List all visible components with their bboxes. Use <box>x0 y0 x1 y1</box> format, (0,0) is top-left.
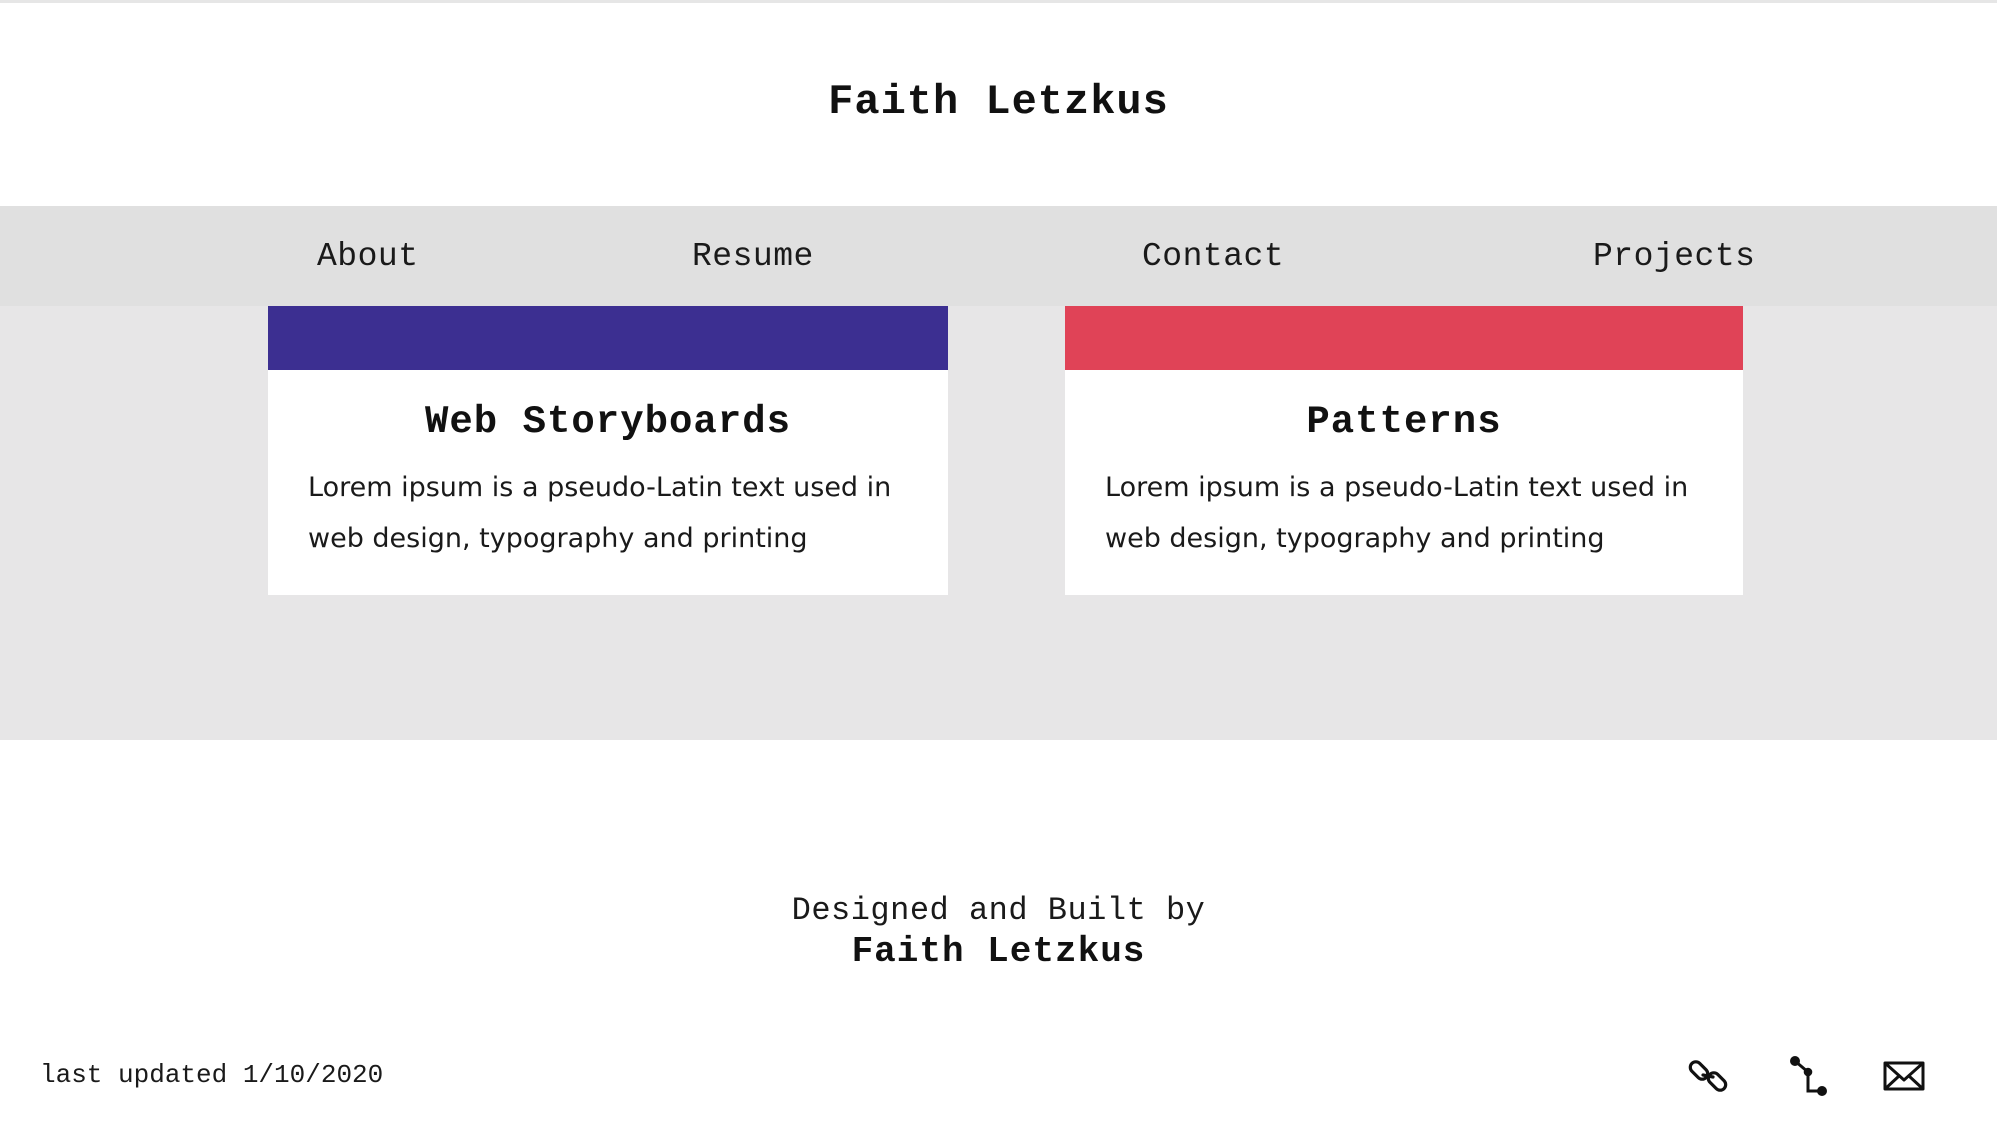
card-description: Lorem ipsum is a pseudo-Latin text used … <box>308 472 892 554</box>
nav-about[interactable]: About <box>317 238 419 275</box>
card-description: Lorem ipsum is a pseudo-Latin text used … <box>1105 472 1689 554</box>
footer-credit: Designed and Built by Faith Letzkus <box>0 892 1997 972</box>
card-title: Web Storyboards <box>424 400 792 444</box>
mail-icon[interactable] <box>1882 1054 1926 1098</box>
nav-projects[interactable]: Projects <box>1593 238 1755 275</box>
link-icon[interactable] <box>1686 1054 1730 1098</box>
credit-name: Faith Letzkus <box>851 931 1146 972</box>
project-card-patterns[interactable]: Patterns Lorem ipsum is a pseudo-Latin t… <box>1065 306 1743 595</box>
projects-section: Web Storyboards Lorem ipsum is a pseudo-… <box>0 306 1997 740</box>
last-updated-text: last updated 1/10/2020 <box>40 1060 384 1090</box>
main-nav: About Resume Contact Projects <box>0 206 1997 306</box>
card-title: Patterns <box>1306 400 1502 444</box>
git-icon[interactable] <box>1786 1054 1830 1098</box>
top-border <box>0 0 1997 3</box>
site-title: Faith Letzkus <box>828 78 1169 126</box>
project-card-web-storyboards[interactable]: Web Storyboards Lorem ipsum is a pseudo-… <box>268 306 948 595</box>
nav-contact[interactable]: Contact <box>1142 238 1284 275</box>
card-accent-bar <box>1065 306 1743 370</box>
nav-resume[interactable]: Resume <box>692 238 814 275</box>
card-accent-bar <box>268 306 948 370</box>
credit-line: Designed and Built by <box>791 892 1206 929</box>
